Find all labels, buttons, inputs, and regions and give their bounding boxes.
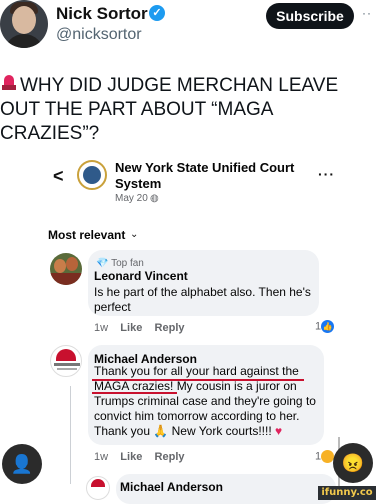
comment-line: Thank you for all your hard against the [94, 364, 299, 378]
comment-text: Is he part of the alphabet also. Then he… [94, 285, 311, 314]
court-seal-icon [77, 160, 107, 190]
subscribe-button[interactable]: Subscribe [266, 3, 354, 29]
more-dots-icon[interactable]: ·· [362, 6, 372, 20]
angry-fab[interactable]: 😠 [333, 443, 373, 483]
comment-line-text: Thank you 🙏 New York courts!!!! [94, 424, 276, 438]
reaction-count[interactable]: 1 [315, 450, 335, 463]
author-handle[interactable]: @nicksortor [56, 26, 142, 44]
post-options-icon[interactable]: ··· [318, 166, 335, 182]
commenter-avatar[interactable] [50, 345, 82, 377]
user-icon: 👤 [10, 454, 34, 474]
post-date: May 20 · [115, 193, 154, 204]
tweet-text: WHY DID JUDGE MERCHAN LEAVE OUT THE PART… [0, 74, 376, 146]
reply-button[interactable]: Reply [155, 451, 185, 463]
like-button[interactable]: Like [120, 322, 142, 334]
comment-author[interactable]: Michael Anderson [120, 480, 223, 494]
comment-time: 1w [94, 451, 109, 463]
commenter-avatar[interactable] [86, 476, 110, 500]
sort-dropdown[interactable]: Most relevant [48, 228, 125, 242]
comment-actions: 1w Like Reply [94, 451, 185, 463]
heart-icon: ♥ [275, 424, 283, 438]
comment-line: convict him tomorrow according to her. [94, 409, 300, 423]
top-fan-label: Top fan [111, 258, 144, 269]
thumbs-up-icon: 👍 [321, 320, 335, 333]
watermark: ifunny.co [318, 486, 376, 500]
author-avatar[interactable] [0, 0, 48, 48]
profile-fab[interactable]: 👤 [2, 444, 42, 484]
author-name[interactable]: Nick Sortor [56, 4, 148, 24]
red-underline [92, 379, 304, 381]
back-chevron-icon[interactable]: < [53, 166, 64, 187]
comment-line: Trumps criminal case and they're going t… [94, 394, 316, 408]
comment-actions: 1w Like Reply [94, 322, 185, 334]
red-underline [92, 392, 177, 394]
reaction-count[interactable]: 1 👍 [315, 320, 335, 333]
page-name[interactable]: New York State Unified Court System [115, 160, 315, 192]
reply-thread-line [70, 386, 71, 484]
comment-line: Thank you 🙏 New York courts!!!! ♥ [94, 424, 322, 439]
verified-badge-icon: ✓ [149, 5, 165, 21]
angry-face-icon: 😠 [341, 453, 365, 473]
globe-icon: ◍ [150, 193, 159, 204]
chevron-down-icon[interactable]: ⌄ [130, 229, 138, 240]
like-button[interactable]: Like [120, 451, 142, 463]
comment-time: 1w [94, 322, 109, 334]
comment-text: Thank you for all your hard against the … [94, 364, 322, 439]
tweet-headline: WHY DID JUDGE MERCHAN LEAVE OUT THE PART… [0, 75, 339, 144]
comment-author[interactable]: Leonard Vincent [94, 269, 188, 283]
commenter-avatar[interactable] [50, 253, 82, 285]
top-fan-badge: 💎 Top fan [96, 258, 144, 269]
reply-button[interactable]: Reply [155, 322, 185, 334]
